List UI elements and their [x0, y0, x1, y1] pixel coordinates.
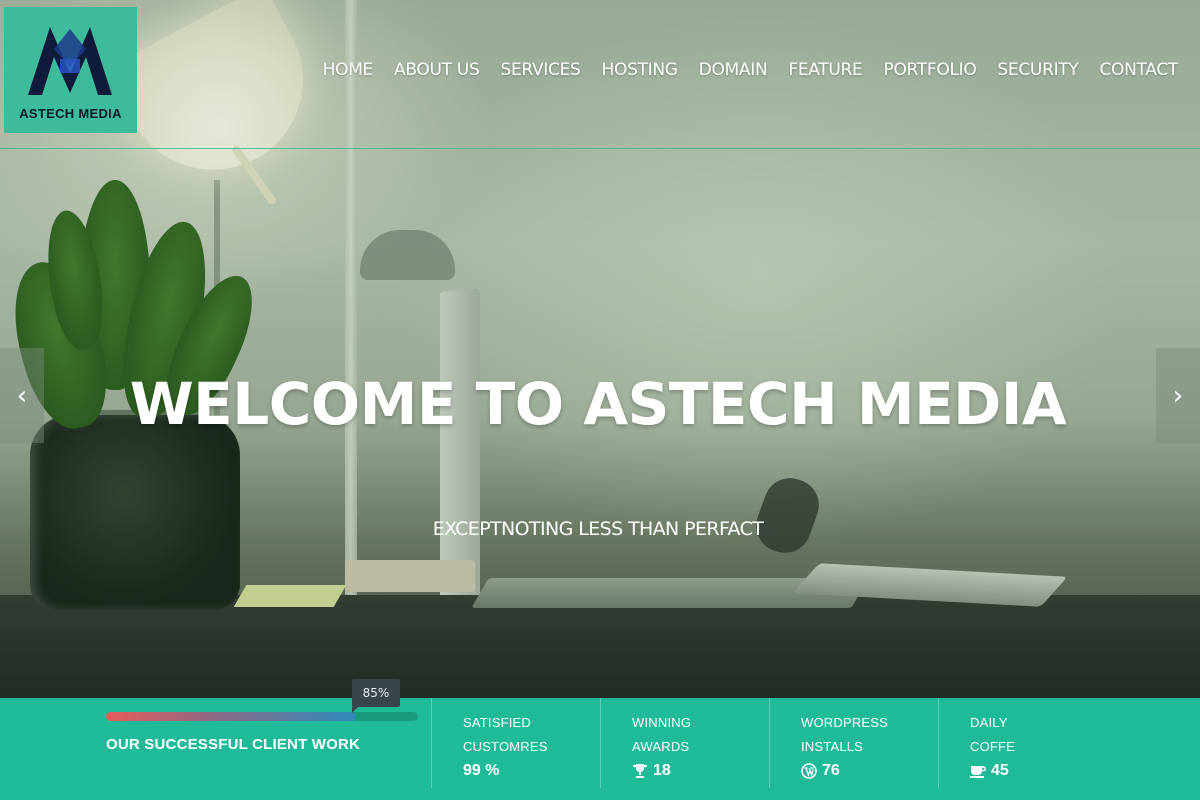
stat-label-line1: WINNING — [632, 715, 692, 730]
client-work-progress: 85% OUR SUCCESSFUL CLIENT WORK — [106, 679, 426, 800]
stat-label-line2: COFFE — [970, 739, 1016, 754]
slider-prev-button[interactable]: ‹ — [0, 348, 44, 443]
stat-winning-awards: WINNING AWARDS 18 — [600, 698, 691, 788]
nav-item-home[interactable]: HOME — [323, 60, 374, 80]
stat-label-line1: SATISFIED — [463, 715, 532, 730]
stat-wordpress-installs: WORDPRESS INSTALLS 76 — [769, 698, 888, 788]
logo-text: ASTECH MEDIA — [19, 106, 122, 121]
nav-item-security[interactable]: SECURITY — [997, 60, 1078, 80]
stat-label-line1: DAILY — [970, 715, 1008, 730]
stat-value-wrap: 18 — [632, 759, 691, 783]
trophy-icon — [633, 764, 647, 778]
chevron-right-icon: › — [1172, 380, 1184, 411]
progress-tooltip: 85% — [352, 679, 400, 713]
stat-value-wrap: 76 — [801, 759, 888, 783]
hero-overlay — [0, 0, 1200, 698]
stat-value: 76 — [822, 762, 840, 779]
header-divider — [0, 148, 1200, 149]
hero-subtitle: EXCEPTNOTING LESS THAN PERFACT — [432, 518, 764, 540]
stats-bar: 85% OUR SUCCESSFUL CLIENT WORK SATISFIED… — [0, 679, 1200, 800]
stat-satisfied-customers: SATISFIED CUSTOMRES 99 % — [431, 698, 548, 788]
stat-label-line2: INSTALLS — [801, 739, 864, 754]
progress-label: OUR SUCCESSFUL CLIENT WORK — [106, 736, 361, 753]
stat-value-wrap: 99 % — [463, 759, 548, 783]
nav-item-domain[interactable]: DOMAIN — [699, 60, 768, 80]
slider-next-button[interactable]: › — [1156, 348, 1200, 443]
nav-item-contact[interactable]: CONTACT — [1099, 60, 1178, 80]
wordpress-icon — [801, 763, 817, 779]
stat-value: 99 % — [463, 762, 500, 779]
coffee-icon — [970, 766, 986, 778]
site-logo[interactable]: ASTECH MEDIA — [4, 7, 137, 133]
stat-value: 18 — [653, 762, 671, 779]
hero-slider — [0, 0, 1200, 698]
hero-title: WELCOME TO ASTECH MEDIA — [129, 370, 1067, 438]
stat-daily-coffee: DAILY COFFE 45 — [938, 698, 1015, 788]
chevron-left-icon: ‹ — [16, 380, 28, 411]
nav-item-feature[interactable]: FEATURE — [788, 60, 862, 80]
nav-item-hosting[interactable]: HOSTING — [602, 60, 678, 80]
stat-label-line2: CUSTOMRES — [463, 739, 548, 754]
progress-fill — [106, 712, 356, 721]
stat-value: 45 — [991, 762, 1009, 779]
nav-item-services[interactable]: SERVICES — [500, 60, 580, 80]
logo-mark-icon — [28, 27, 112, 95]
nav-item-about-us[interactable]: ABOUT US — [394, 60, 480, 80]
progress-track — [106, 712, 418, 721]
stat-value-wrap: 45 — [970, 759, 1015, 783]
main-nav: HOME ABOUT US SERVICES HOSTING DOMAIN FE… — [302, 60, 1179, 80]
nav-item-portfolio[interactable]: PORTFOLIO — [884, 60, 977, 80]
stat-label-line2: AWARDS — [632, 739, 690, 754]
stat-label-line1: WORDPRESS — [801, 715, 889, 730]
